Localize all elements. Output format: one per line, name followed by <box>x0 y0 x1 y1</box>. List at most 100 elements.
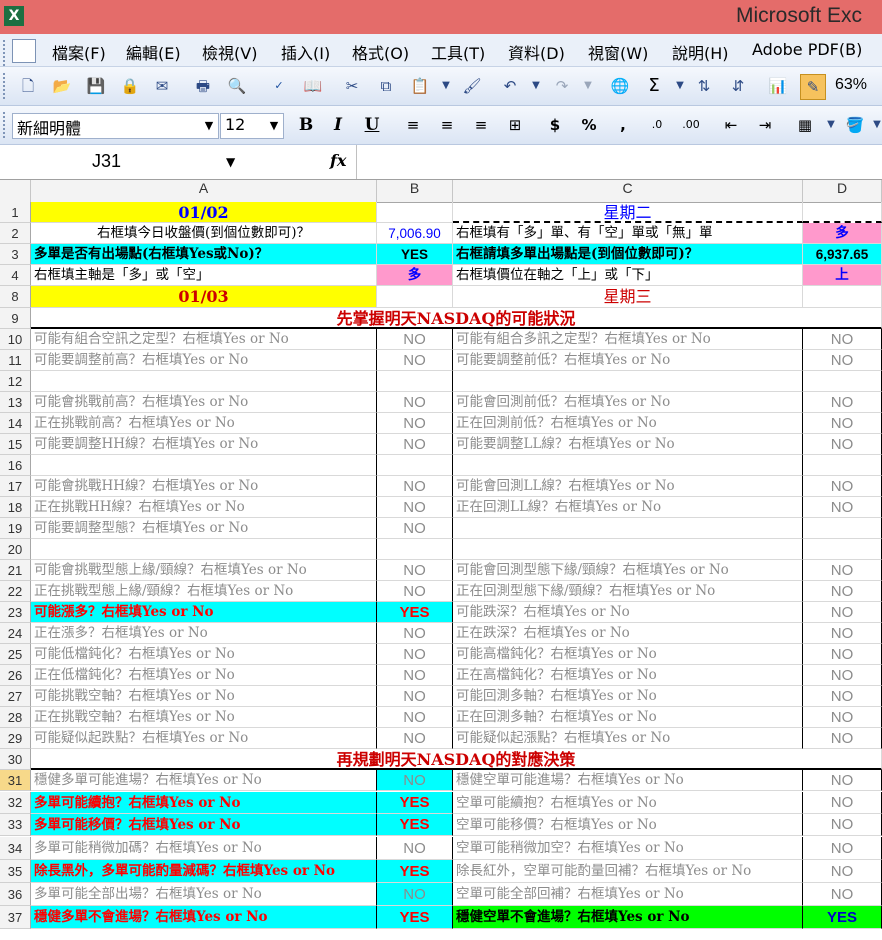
cell-a14[interactable]: 正在挑戰前高？右框填Yes or No <box>31 413 377 434</box>
cell-d33[interactable]: NO <box>803 814 882 836</box>
currency-icon[interactable]: $ <box>545 115 565 135</box>
fill-color-dropdown-icon[interactable]: ▼ <box>867 115 882 135</box>
cell-c22[interactable]: 正在回測型態下緣/頸線？右框填Yes or No <box>453 581 803 602</box>
cell-d35[interactable]: NO <box>803 860 882 883</box>
menu-tools[interactable]: 工具(T) <box>431 40 485 64</box>
toolbar-grip[interactable] <box>3 112 8 138</box>
column-header-b[interactable]: B <box>377 180 453 202</box>
cell-c14[interactable]: 正在回測前低？右框填Yes or No <box>453 413 803 434</box>
row-header[interactable]: 37 <box>0 906 31 929</box>
drawing-icon[interactable]: ✎ <box>800 74 826 100</box>
redo-dropdown-icon[interactable]: ▼ <box>578 76 598 96</box>
row-header[interactable]: 2 <box>0 223 31 244</box>
permission-icon[interactable]: 🔒 <box>120 76 140 96</box>
row-header[interactable]: 9 <box>0 308 31 329</box>
row-header[interactable]: 12 <box>0 371 31 392</box>
cell-b37[interactable]: YES <box>377 906 453 929</box>
autosum-icon[interactable]: Σ <box>644 76 664 96</box>
menu-insert[interactable]: 插入(I) <box>281 40 330 64</box>
font-size-select[interactable]: 12 ▼ <box>220 113 284 139</box>
cell-b4[interactable]: 多 <box>377 265 453 286</box>
cell-a28[interactable]: 正在挑戰空軸？右框填Yes or No <box>31 707 377 728</box>
cell-d10[interactable]: NO <box>803 329 882 350</box>
cell-d23[interactable]: NO <box>803 602 882 623</box>
chevron-down-icon[interactable]: ▼ <box>200 114 218 138</box>
cell-d29[interactable]: NO <box>803 728 882 749</box>
percent-icon[interactable]: % <box>579 115 599 135</box>
row-header[interactable]: 1 <box>0 202 31 223</box>
cell-a18[interactable]: 正在挑戰HH線？右框填Yes or No <box>31 497 377 518</box>
undo-dropdown-icon[interactable]: ▼ <box>526 76 546 96</box>
cell-a9[interactable]: 先掌握明天NASDAQ的可能狀況 <box>31 308 882 329</box>
cell-a29[interactable]: 可能疑似起跌點？右框填Yes or No <box>31 728 377 749</box>
cell-c20[interactable] <box>453 539 803 560</box>
cell-c1[interactable]: 星期二 <box>453 202 803 223</box>
cell-a37[interactable]: 穩健多單不會進場？右框填Yes or No <box>31 906 377 929</box>
cell-a25[interactable]: 可能低檔鈍化？右框填Yes or No <box>31 644 377 665</box>
cell-b21[interactable]: NO <box>377 560 453 581</box>
cell-d36[interactable]: NO <box>803 883 882 906</box>
cell-c8[interactable]: 星期三 <box>453 286 803 308</box>
menu-help[interactable]: 說明(H) <box>672 40 729 64</box>
cell-b35[interactable]: YES <box>377 860 453 883</box>
cell-c32[interactable]: 空單可能續抱？右框填Yes or No <box>453 792 803 814</box>
cell-d11[interactable]: NO <box>803 350 882 371</box>
cell-b10[interactable]: NO <box>377 329 453 350</box>
cell-a16[interactable] <box>31 455 377 476</box>
column-header-c[interactable]: C <box>453 180 803 202</box>
cell-a2[interactable]: 右框填今日收盤價(到個位數即可)？ <box>31 223 377 244</box>
chevron-down-icon[interactable]: ▼ <box>265 114 283 138</box>
row-header[interactable]: 13 <box>0 392 31 413</box>
cell-b12[interactable] <box>377 371 453 392</box>
cell-a34[interactable]: 多單可能稍微加碼？右框填Yes or No <box>31 837 377 860</box>
paste-dropdown-icon[interactable]: ▼ <box>436 76 456 96</box>
cell-c36[interactable]: 空單可能全部回補？右框填Yes or No <box>453 883 803 906</box>
row-header[interactable]: 25 <box>0 644 31 665</box>
cell-b20[interactable] <box>377 539 453 560</box>
menu-grip[interactable] <box>3 40 8 66</box>
bold-icon[interactable]: B <box>296 115 316 135</box>
row-header[interactable]: 19 <box>0 518 31 539</box>
chevron-down-icon[interactable]: ▼ <box>226 155 235 169</box>
cell-b22[interactable]: NO <box>377 581 453 602</box>
cell-c35[interactable]: 除長紅外，空單可能酌量回補？右框填Yes or No <box>453 860 803 883</box>
cell-a31[interactable]: 穩健多單可能進場？右框填Yes or No <box>31 770 377 791</box>
worksheet-grid[interactable]: A B C D 1 01/02 星期二 2 右框填今日收盤價(到個位數即可)？ 7,006… <box>0 180 882 940</box>
cell-a30[interactable]: 再規劃明天NASDAQ的對應決策 <box>31 749 882 770</box>
cell-a32[interactable]: 多單可能續抱？右框填Yes or No <box>31 792 377 814</box>
row-header[interactable]: 23 <box>0 602 31 623</box>
menu-view[interactable]: 檢視(V) <box>202 40 257 64</box>
save-icon[interactable]: 💾 <box>86 76 106 96</box>
menu-format[interactable]: 格式(O) <box>352 40 409 64</box>
cell-b26[interactable]: NO <box>377 665 453 686</box>
format-painter-icon[interactable]: 🖌 <box>462 76 482 96</box>
formula-input[interactable] <box>358 147 882 177</box>
row-header[interactable]: 29 <box>0 728 31 749</box>
cell-d8[interactable] <box>803 286 882 308</box>
cell-b8[interactable] <box>377 286 453 308</box>
cell-d21[interactable]: NO <box>803 560 882 581</box>
paste-icon[interactable]: 📋 <box>410 76 430 96</box>
fill-color-icon[interactable]: 🪣 <box>845 115 865 135</box>
print-icon[interactable]: 🖶 <box>193 76 213 96</box>
cell-a13[interactable]: 可能會挑戰前高？右框填Yes or No <box>31 392 377 413</box>
row-header[interactable]: 22 <box>0 581 31 602</box>
cell-a36[interactable]: 多單可能全部出場？右框填Yes or No <box>31 883 377 906</box>
copy-icon[interactable]: ⧉ <box>376 76 396 96</box>
cell-d15[interactable]: NO <box>803 434 882 455</box>
align-left-icon[interactable]: ≡ <box>403 115 423 135</box>
cell-a26[interactable]: 正在低檔鈍化？右框填Yes or No <box>31 665 377 686</box>
cell-a12[interactable] <box>31 371 377 392</box>
cell-b25[interactable]: NO <box>377 644 453 665</box>
name-box[interactable]: J31 <box>0 145 222 179</box>
cell-c2[interactable]: 右框填有「多」單、有「空」單或「無」單 <box>453 223 803 244</box>
cell-b14[interactable]: NO <box>377 413 453 434</box>
column-header-d[interactable]: D <box>803 180 882 202</box>
chart-wizard-icon[interactable]: 📊 <box>768 76 788 96</box>
comma-style-icon[interactable]: , <box>613 115 633 135</box>
cell-d13[interactable]: NO <box>803 392 882 413</box>
cell-d1[interactable] <box>803 202 882 223</box>
row-header[interactable]: 17 <box>0 476 31 497</box>
cell-d28[interactable]: NO <box>803 707 882 728</box>
toolbar-grip[interactable] <box>3 73 8 99</box>
